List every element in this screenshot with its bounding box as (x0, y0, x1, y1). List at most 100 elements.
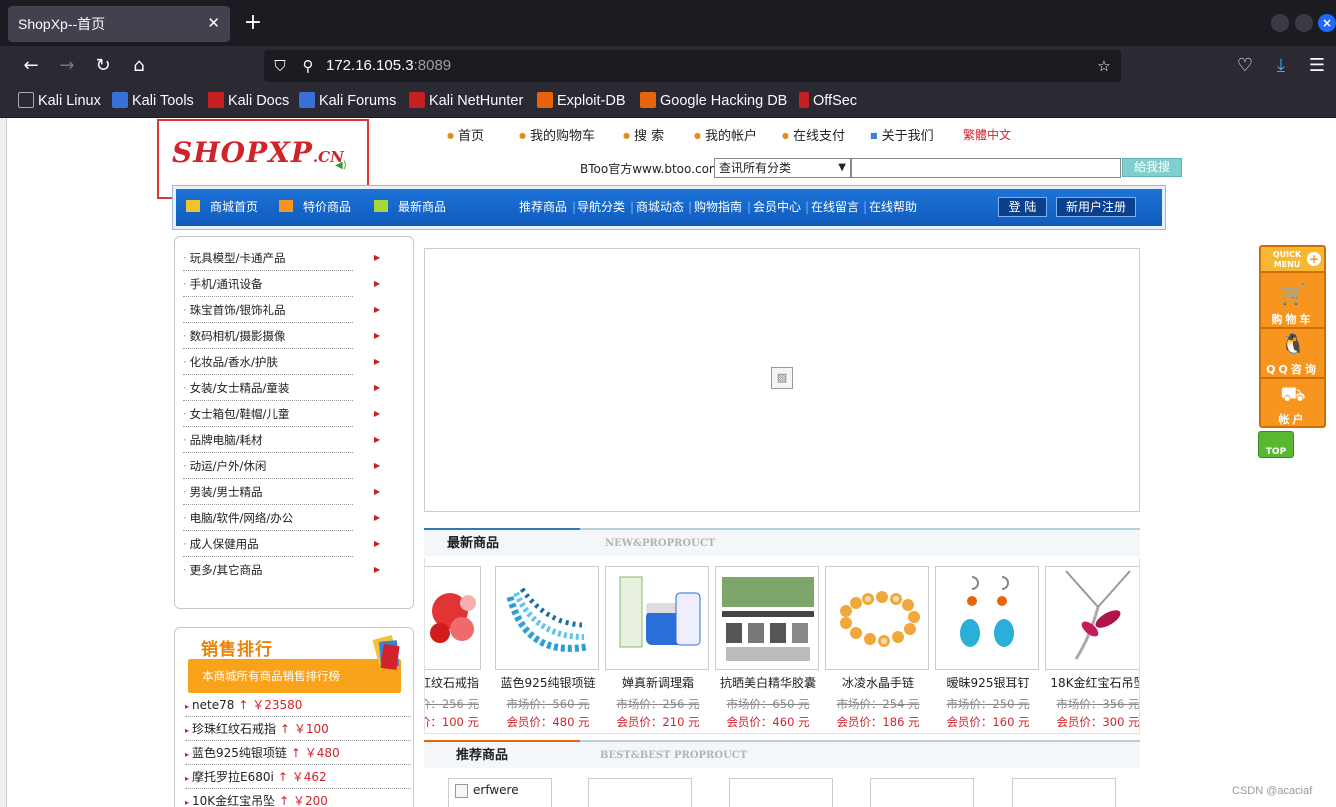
bookmark-exploit-db[interactable]: Exploit-DB (537, 91, 626, 111)
menu-icon[interactable]: ☰ (1305, 54, 1329, 78)
ranking-item[interactable]: ▸ 蓝色925纯银项链 ↑ ￥480 (185, 741, 411, 765)
back-arrow-icon[interactable]: ← (19, 54, 43, 78)
product-card[interactable]: 珍珠红纹石戒指 市场价：256 元 会员价：100 元 (425, 566, 487, 732)
window-close-button[interactable]: × (1318, 14, 1336, 32)
nav-guestbook[interactable]: 在线留言 (811, 189, 859, 226)
nav-news[interactable]: 商城动态 (636, 189, 684, 226)
nav-member-center[interactable]: 会员中心 (753, 189, 801, 226)
product-image[interactable] (715, 566, 819, 670)
category-item[interactable]: · 化妆品/香水/护肤 (183, 349, 353, 375)
browser-tab-active[interactable]: ShopXp--首页 ✕ (8, 6, 230, 42)
cart-icon[interactable]: 🛒 (1279, 281, 1307, 307)
category-item[interactable]: · 玩具模型/卡通产品 (183, 245, 353, 271)
bookmark-kali-forums[interactable]: Kali Forums (299, 91, 396, 111)
page-info-icon[interactable]: ⚲ (296, 54, 320, 78)
maximize-button[interactable] (1295, 14, 1313, 32)
category-item[interactable]: · 成人保健用品 (183, 531, 353, 557)
register-button[interactable]: 新用户注册 (1056, 197, 1136, 217)
category-item[interactable]: · 电脑/软件/网络/办公 (183, 505, 353, 531)
product-name[interactable]: 暧昧925银耳钉 (935, 674, 1041, 691)
product-name[interactable]: 婵真新调理霜 (605, 674, 711, 691)
nav-specials[interactable]: 特价商品 (279, 189, 351, 226)
recommended-card[interactable] (870, 778, 974, 807)
ranking-item[interactable]: ▸ 摩托罗拉E680i ↑ ￥462 (185, 765, 411, 789)
nav-recommended[interactable]: 推荐商品 (519, 189, 567, 226)
back-to-top-button[interactable]: TOP (1258, 431, 1294, 458)
tab-close-icon[interactable]: ✕ (207, 6, 220, 42)
bookmark-google-hacking-db[interactable]: Google Hacking DB (640, 91, 787, 111)
recommended-card[interactable] (729, 778, 833, 807)
shield-icon[interactable]: ⛉ (268, 54, 292, 78)
bookmark-offsec[interactable]: OffSec (799, 91, 857, 111)
top-link-account[interactable]: ● 我的帐户 (694, 125, 757, 144)
nav-guide[interactable]: 购物指南 (694, 189, 742, 226)
product-card[interactable]: 蓝色925纯银项链 市场价：560 元 会员价：480 元 (495, 566, 605, 732)
nav-mall-home[interactable]: 商城首页 (186, 189, 258, 226)
product-image[interactable] (495, 566, 599, 670)
bookmark-kali-linux[interactable]: Kali Linux (18, 91, 101, 111)
search-input[interactable] (851, 158, 1121, 178)
product-card[interactable]: 抗晒美白精华胶囊 市场价：650 元 会员价：460 元 (715, 566, 825, 732)
reload-icon[interactable]: ↻ (91, 54, 115, 78)
qq-penguin-icon[interactable]: 🐧 (1279, 331, 1307, 357)
url-bar[interactable]: ⛉ ⚲ 172.16.105.3:8089 ☆ (264, 50, 1121, 82)
bookmark-kali-tools[interactable]: Kali Tools (112, 91, 194, 111)
product-name[interactable]: 珍珠红纹石戒指 (425, 674, 483, 691)
category-item[interactable]: · 女士箱包/鞋帽/儿童 (183, 401, 353, 427)
nav-help[interactable]: 在线帮助 (869, 189, 917, 226)
product-image[interactable] (605, 566, 709, 670)
product-card[interactable]: 暧昧925银耳钉 市场价：250 元 会员价：160 元 (935, 566, 1045, 732)
product-card[interactable]: 18K金红宝石吊坠 市场价：356 元 会员价：300 元 (1045, 566, 1139, 732)
ranking-item[interactable]: ▸ nete78 ↑ ￥23580 (185, 693, 411, 717)
recommended-card[interactable] (1012, 778, 1116, 807)
bookmark-kali-docs[interactable]: Kali Docs (208, 91, 289, 111)
search-category-select[interactable]: 查讯所有分类 ▼ (714, 158, 851, 178)
top-link-about[interactable]: ■ 关于我们 (870, 125, 934, 144)
bookmark-star-icon[interactable]: ☆ (1092, 54, 1116, 78)
nav-newest[interactable]: 最新商品 (374, 189, 446, 226)
category-item[interactable]: · 手机/通讯设备 (183, 271, 353, 297)
bookmark-kali-nethunter[interactable]: Kali NetHunter (409, 91, 523, 111)
quick-menu-qq[interactable]: QQ咨询 (1261, 361, 1324, 377)
product-image[interactable] (935, 566, 1039, 670)
top-link-traditional-chinese[interactable]: 繁體中文 (963, 126, 1011, 143)
product-image[interactable] (1045, 566, 1139, 670)
url-text[interactable]: 172.16.105.3:8089 (326, 50, 451, 82)
product-image[interactable] (825, 566, 929, 670)
downloads-icon[interactable]: ⤓ (1269, 54, 1293, 78)
nav-categories[interactable]: 导航分类 (577, 189, 625, 226)
category-item[interactable]: · 品牌电脑/耗材 (183, 427, 353, 453)
top-link-cart[interactable]: ● 我的购物车 (519, 125, 595, 144)
ranking-item[interactable]: ▸ 10K金红宝吊坠 ↑ ￥200 (185, 789, 411, 807)
product-name[interactable]: 冰凌水晶手链 (825, 674, 931, 691)
search-button[interactable]: 給我搜 (1122, 158, 1182, 177)
new-tab-button[interactable]: + (242, 10, 264, 36)
product-name[interactable]: 18K金红宝石吊坠 (1045, 674, 1139, 691)
category-item[interactable]: · 动运/户外/休闲 (183, 453, 353, 479)
home-icon[interactable]: ⌂ (127, 54, 151, 78)
product-name[interactable]: 抗晒美白精华胶囊 (715, 674, 821, 691)
pocket-icon[interactable]: ♡ (1233, 54, 1257, 78)
quick-menu-cart[interactable]: 购物车 (1261, 311, 1324, 327)
category-item[interactable]: · 更多/其它商品 (183, 557, 353, 583)
recommended-item-name[interactable]: erfwere (473, 783, 519, 797)
category-item[interactable]: · 珠宝首饰/银饰礼品 (183, 297, 353, 323)
recommended-card[interactable]: erfwere (448, 778, 552, 807)
category-item[interactable]: · 男装/男士精品 (183, 479, 353, 505)
ranking-item[interactable]: ▸ 珍珠红纹石戒指 ↑ ￥100 (185, 717, 411, 741)
top-link-home[interactable]: ● 首页 (447, 125, 484, 144)
truck-icon[interactable]: ⛟ (1279, 381, 1307, 407)
product-name[interactable]: 蓝色925纯银项链 (495, 674, 601, 691)
login-button[interactable]: 登 陆 (998, 197, 1047, 217)
product-card[interactable]: 冰凌水晶手链 市场价：254 元 会员价：186 元 (825, 566, 935, 732)
forward-arrow-icon[interactable]: → (55, 54, 79, 78)
top-link-search[interactable]: ● 搜 索 (623, 125, 664, 144)
product-image[interactable] (425, 566, 481, 670)
top-link-payment[interactable]: ● 在线支付 (782, 125, 845, 144)
plus-icon[interactable]: + (1307, 252, 1321, 266)
recommended-card[interactable] (588, 778, 692, 807)
minimize-button[interactable] (1271, 14, 1289, 32)
quick-menu-account[interactable]: 帐户 (1261, 411, 1324, 427)
category-item[interactable]: · 数码相机/摄影摄像 (183, 323, 353, 349)
category-item[interactable]: · 女装/女士精品/童装 (183, 375, 353, 401)
